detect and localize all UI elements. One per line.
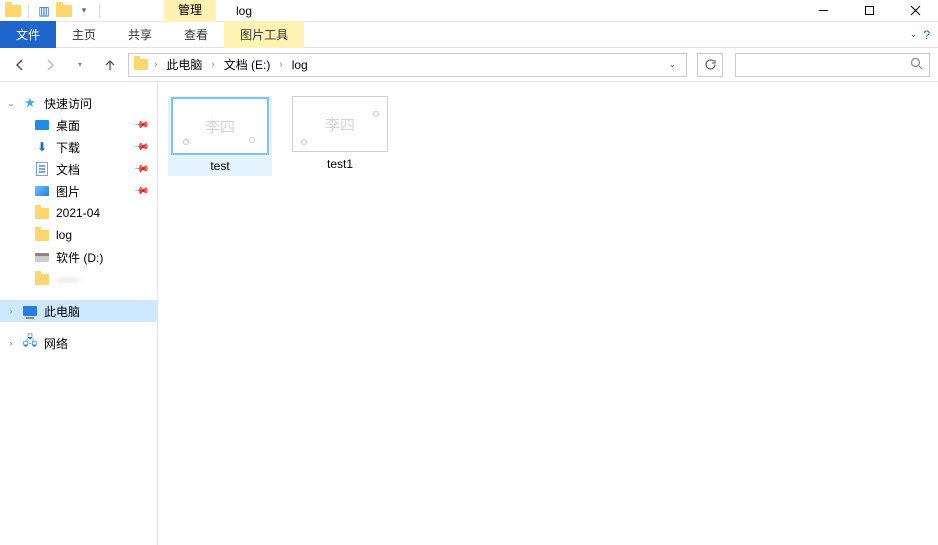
folder-icon: [34, 228, 50, 242]
collapse-icon[interactable]: ⌄: [6, 98, 16, 109]
navigation-bar: ▾ › 此电脑 › 文档 (E:) › log ⌄: [0, 48, 938, 82]
file-name-label: test: [210, 158, 229, 174]
ribbon-right: ⌄ ?: [910, 28, 938, 42]
folder-app-icon: [4, 2, 22, 20]
file-list-pane[interactable]: 李四 test 李四 test1: [158, 82, 938, 545]
sidebar-item-drive-d[interactable]: 软件 (D:): [0, 246, 157, 268]
pin-icon: 📌: [132, 117, 149, 134]
ribbon-expand-icon[interactable]: ⌄: [910, 29, 918, 40]
network-icon: 🖧: [22, 336, 38, 350]
tab-file[interactable]: 文件: [0, 21, 56, 48]
sidebar-item-label: log: [56, 228, 72, 242]
address-bar-right: ⌄: [662, 59, 682, 70]
tab-view[interactable]: 查看: [168, 21, 224, 48]
pin-icon: 📌: [132, 183, 149, 200]
folder-icon: [34, 206, 50, 220]
breadcrumb-drive[interactable]: 文档 (E:): [220, 54, 275, 75]
expand-icon[interactable]: ›: [6, 306, 16, 316]
desktop-icon: [34, 118, 50, 132]
maximize-button[interactable]: [846, 0, 892, 22]
sidebar-item-downloads[interactable]: ⬇ 下载 📌: [0, 136, 157, 158]
location-folder-icon: [133, 58, 149, 72]
quick-access-toolbar: ▥ ▾: [0, 2, 104, 20]
thumbnail-watermark: 李四: [205, 116, 235, 137]
thumbnail-watermark: 李四: [325, 114, 355, 135]
tab-home[interactable]: 主页: [56, 21, 112, 48]
file-item-test[interactable]: 李四 test: [168, 96, 272, 176]
new-folder-icon[interactable]: [55, 2, 73, 20]
contextual-tab-group: 管理: [164, 0, 216, 22]
refresh-button[interactable]: [697, 53, 723, 77]
window-title: log: [236, 4, 252, 18]
expand-icon[interactable]: ›: [6, 338, 16, 348]
qat-dropdown-icon[interactable]: ▾: [75, 2, 93, 20]
forward-button[interactable]: [38, 53, 62, 77]
sidebar-item-folder-2021-04[interactable]: 2021-04: [0, 202, 157, 224]
search-input[interactable]: [735, 53, 930, 77]
navigation-pane: ⌄ ★ 快速访问 桌面 📌 ⬇ 下载 📌 文档 📌 图片 📌 2021-04: [0, 82, 158, 545]
properties-icon[interactable]: ▥: [35, 2, 53, 20]
pc-icon: [22, 304, 38, 318]
manage-contextual-tab[interactable]: 管理: [164, 0, 216, 22]
tab-picture-tools[interactable]: 图片工具: [224, 21, 304, 48]
file-thumbnail: 李四: [292, 96, 388, 152]
folder-icon: [34, 272, 50, 286]
qat-separator: [28, 4, 29, 18]
sidebar-item-label: 下载: [56, 139, 80, 156]
title-bar: ▥ ▾ 管理 log: [0, 0, 938, 22]
pin-icon: 📌: [132, 139, 149, 156]
sidebar-item-pictures[interactable]: 图片 📌: [0, 180, 157, 202]
sidebar-item-label: 2021-04: [56, 206, 100, 220]
address-dropdown-icon[interactable]: ⌄: [662, 59, 682, 70]
download-icon: ⬇: [34, 140, 50, 154]
sidebar-label: 快速访问: [44, 95, 92, 112]
sidebar-item-label: 图片: [56, 183, 80, 200]
sidebar-this-pc[interactable]: › 此电脑: [0, 300, 157, 322]
sidebar-item-folder-log[interactable]: log: [0, 224, 157, 246]
pin-icon: 📌: [132, 161, 149, 178]
sidebar-item-label: 桌面: [56, 117, 80, 134]
chevron-right-icon[interactable]: ›: [208, 59, 217, 70]
sidebar-quick-access[interactable]: ⌄ ★ 快速访问: [0, 92, 157, 114]
breadcrumb-this-pc[interactable]: 此电脑: [162, 54, 206, 75]
sidebar-item-label: 软件 (D:): [56, 249, 103, 266]
picture-icon: [34, 184, 50, 198]
tab-share[interactable]: 共享: [112, 21, 168, 48]
drive-icon: [34, 250, 50, 264]
chevron-right-icon[interactable]: ›: [276, 59, 285, 70]
sidebar-label: 此电脑: [44, 303, 80, 320]
document-icon: [34, 162, 50, 176]
sidebar-label: 网络: [44, 335, 68, 352]
chevron-right-icon[interactable]: ›: [151, 59, 160, 70]
history-dropdown-icon[interactable]: ▾: [68, 53, 92, 77]
breadcrumb-folder[interactable]: log: [288, 56, 312, 74]
explorer-body: ⌄ ★ 快速访问 桌面 📌 ⬇ 下载 📌 文档 📌 图片 📌 2021-04: [0, 82, 938, 545]
search-icon[interactable]: [910, 57, 923, 73]
ribbon-tabs: 文件 主页 共享 查看 图片工具 ⌄ ?: [0, 22, 938, 48]
up-button[interactable]: [98, 53, 122, 77]
close-button[interactable]: [892, 0, 938, 22]
back-button[interactable]: [8, 53, 32, 77]
qat-separator-2: [99, 4, 100, 18]
sidebar-item-documents[interactable]: 文档 📌: [0, 158, 157, 180]
help-icon[interactable]: ?: [923, 28, 930, 42]
sidebar-item-label: 文档: [56, 161, 80, 178]
minimize-button[interactable]: [800, 0, 846, 22]
sidebar-item-obscured[interactable]: ——: [0, 268, 157, 290]
file-item-test1[interactable]: 李四 test1: [288, 96, 392, 172]
sidebar-item-label: ——: [56, 272, 80, 286]
sidebar-item-desktop[interactable]: 桌面 📌: [0, 114, 157, 136]
sidebar-network[interactable]: › 🖧 网络: [0, 332, 157, 354]
file-thumbnail: 李四: [172, 98, 268, 154]
star-icon: ★: [22, 96, 38, 110]
window-controls: [800, 0, 938, 22]
address-bar[interactable]: › 此电脑 › 文档 (E:) › log ⌄: [128, 53, 687, 77]
file-name-label: test1: [327, 156, 353, 172]
